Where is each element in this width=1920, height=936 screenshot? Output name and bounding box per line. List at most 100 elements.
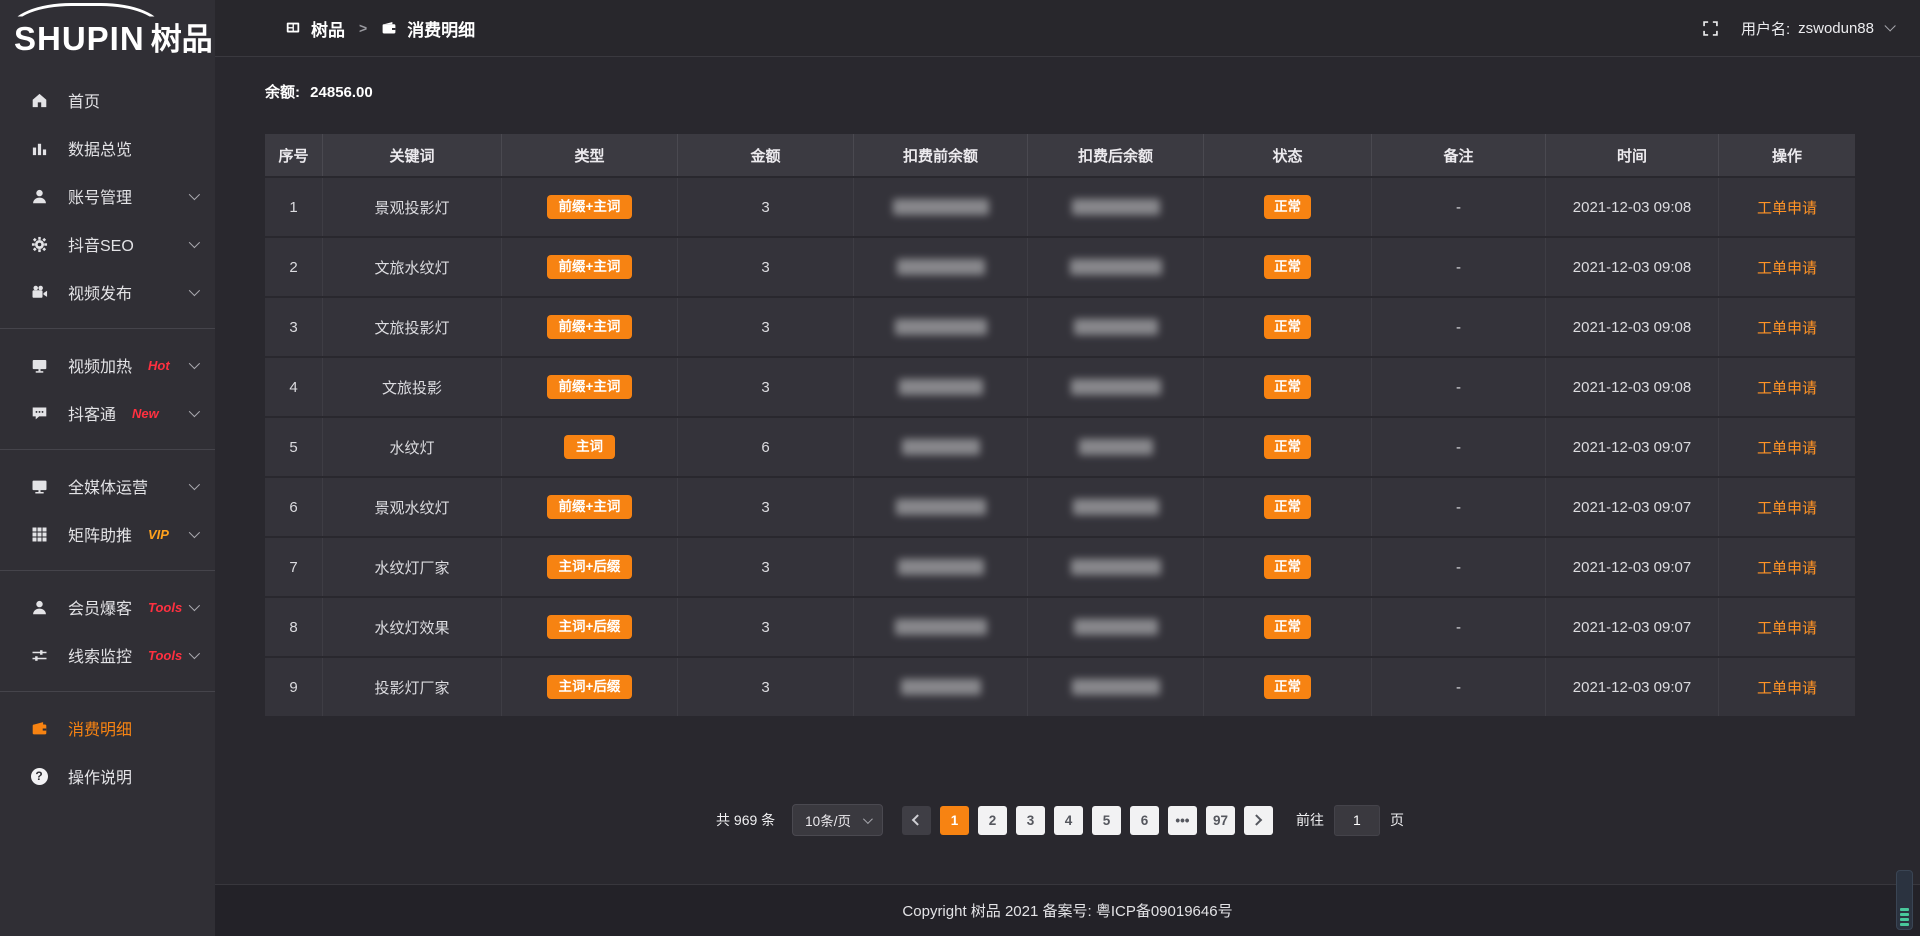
wallet-icon xyxy=(381,20,397,36)
sidebar-item-label: 操作说明 xyxy=(68,764,132,788)
wallet-icon xyxy=(30,719,48,737)
blurred-value xyxy=(1074,619,1158,635)
sidebar-item-clue-monitor[interactable]: 线索监控Tools xyxy=(0,631,215,679)
balance-value: 24856.00 xyxy=(310,84,373,101)
column-header: 备注 xyxy=(1372,134,1546,176)
action-cell: 工单申请 xyxy=(1719,598,1855,656)
page-button-3[interactable]: 3 xyxy=(1016,806,1045,835)
balance-before-cell xyxy=(854,298,1028,356)
chevron-down-icon xyxy=(1884,20,1895,31)
sliders-icon xyxy=(30,646,48,664)
sidebar-item-label: 抖音SEO xyxy=(68,232,134,256)
breadcrumb-home[interactable]: 树品 xyxy=(311,16,345,41)
status-cell: 正常 xyxy=(1204,418,1372,476)
page-button-4[interactable]: 4 xyxy=(1054,806,1083,835)
username-value: zswodun88 xyxy=(1798,20,1874,37)
goto-unit: 页 xyxy=(1390,810,1404,830)
type-cell: 前缀+主词 xyxy=(502,178,678,236)
status-badge: 正常 xyxy=(1264,195,1311,219)
breadcrumb: 树品 > 消费明细 xyxy=(285,16,475,41)
sidebar-item-label: 全媒体运营 xyxy=(68,474,148,498)
ticket-apply-link[interactable]: 工单申请 xyxy=(1757,377,1817,398)
status-badge: 正常 xyxy=(1264,435,1311,459)
chevron-right-icon xyxy=(1251,814,1262,825)
status-badge: 正常 xyxy=(1264,675,1311,699)
user-menu[interactable]: 用户名: zswodun88 xyxy=(1741,18,1892,39)
sidebar-item-member-baoke[interactable]: 会员爆客Tools xyxy=(0,583,215,631)
ticket-apply-link[interactable]: 工单申请 xyxy=(1757,617,1817,638)
sidebar-item-consume-detail[interactable]: 消费明细 xyxy=(0,704,215,752)
page-button-2[interactable]: 2 xyxy=(978,806,1007,835)
note-cell: - xyxy=(1372,298,1546,356)
sidebar-item-omni-media[interactable]: 全媒体运营 xyxy=(0,462,215,510)
sidebar-item-video-heat[interactable]: 视频加热Hot xyxy=(0,341,215,389)
balance-after-cell xyxy=(1028,178,1204,236)
sidebar-item-data-overview[interactable]: 数据总览 xyxy=(0,124,215,172)
type-badge: 前缀+主词 xyxy=(547,195,633,219)
sidebar-item-video-publish[interactable]: 视频发布 xyxy=(0,268,215,316)
status-cell: 正常 xyxy=(1204,358,1372,416)
sidebar-item-douketong[interactable]: 抖客通New xyxy=(0,389,215,437)
ticket-apply-link[interactable]: 工单申请 xyxy=(1757,557,1817,578)
ticket-apply-link[interactable]: 工单申请 xyxy=(1757,317,1817,338)
time-cell: 2021-12-03 09:07 xyxy=(1546,598,1719,656)
index-cell: 3 xyxy=(265,298,323,356)
sidebar-item-account-manage[interactable]: 账号管理 xyxy=(0,172,215,220)
sidebar-divider xyxy=(0,449,215,450)
ticket-apply-link[interactable]: 工单申请 xyxy=(1757,197,1817,218)
page-button-5[interactable]: 5 xyxy=(1092,806,1121,835)
ticket-apply-link[interactable]: 工单申请 xyxy=(1757,677,1817,698)
index-cell: 2 xyxy=(265,238,323,296)
type-cell: 主词 xyxy=(502,418,678,476)
sidebar-item-label: 线索监控 xyxy=(68,643,132,667)
balance-label: 余额: xyxy=(265,84,300,101)
goto-page-input[interactable] xyxy=(1334,805,1380,836)
chevron-down-icon xyxy=(189,479,200,490)
time-cell: 2021-12-03 09:08 xyxy=(1546,358,1719,416)
more-pages-button[interactable]: ••• xyxy=(1168,806,1197,835)
ticket-apply-link[interactable]: 工单申请 xyxy=(1757,437,1817,458)
page-size-select[interactable]: 10条/页 xyxy=(792,804,883,836)
sidebar-item-label: 数据总览 xyxy=(68,136,132,160)
time-cell: 2021-12-03 09:07 xyxy=(1546,658,1719,716)
blurred-value xyxy=(1073,499,1159,515)
chevron-down-icon xyxy=(189,189,200,200)
blurred-value xyxy=(1072,199,1160,215)
ticket-apply-link[interactable]: 工单申请 xyxy=(1757,257,1817,278)
chevron-down-icon xyxy=(189,285,200,296)
sidebar-item-label: 视频加热 xyxy=(68,353,132,377)
prev-page-button[interactable] xyxy=(902,806,931,835)
amount-cell: 3 xyxy=(678,178,854,236)
table-header-row: 序号关键词类型金额扣费前余额扣费后余额状态备注时间操作 xyxy=(265,134,1855,176)
floating-widget[interactable] xyxy=(1896,870,1913,930)
next-page-button[interactable] xyxy=(1244,806,1273,835)
page-button-97[interactable]: 97 xyxy=(1206,806,1235,835)
sidebar-item-home[interactable]: 首页 xyxy=(0,76,215,124)
sidebar-item-matrix-boost[interactable]: 矩阵助推VIP xyxy=(0,510,215,558)
blurred-value xyxy=(1070,259,1162,275)
column-header: 时间 xyxy=(1546,134,1719,176)
fullscreen-icon[interactable] xyxy=(1702,20,1719,37)
table-row: 8水纹灯效果主词+后缀3正常-2021-12-03 09:07工单申请 xyxy=(265,598,1855,656)
balance-after-cell xyxy=(1028,538,1204,596)
status-badge: 正常 xyxy=(1264,555,1311,579)
sidebar-item-douyin-seo[interactable]: 抖音SEO xyxy=(0,220,215,268)
type-cell: 主词+后缀 xyxy=(502,598,678,656)
page-button-6[interactable]: 6 xyxy=(1130,806,1159,835)
chevron-down-icon xyxy=(189,648,200,659)
status-badge: 正常 xyxy=(1264,375,1311,399)
balance-after-cell xyxy=(1028,238,1204,296)
type-badge: 前缀+主词 xyxy=(547,255,633,279)
keyword-cell: 文旅投影灯 xyxy=(323,298,502,356)
time-cell: 2021-12-03 09:07 xyxy=(1546,538,1719,596)
sidebar-item-operation-guide[interactable]: ?操作说明 xyxy=(0,752,215,800)
action-cell: 工单申请 xyxy=(1719,298,1855,356)
ticket-apply-link[interactable]: 工单申请 xyxy=(1757,497,1817,518)
topbar-right: 用户名: zswodun88 xyxy=(1702,18,1892,39)
note-cell: - xyxy=(1372,538,1546,596)
monitor-icon xyxy=(30,477,48,495)
consumption-table: 序号关键词类型金额扣费前余额扣费后余额状态备注时间操作 1景观投影灯前缀+主词3… xyxy=(265,134,1855,716)
page-button-1[interactable]: 1 xyxy=(940,806,969,835)
amount-cell: 3 xyxy=(678,538,854,596)
status-cell: 正常 xyxy=(1204,298,1372,356)
